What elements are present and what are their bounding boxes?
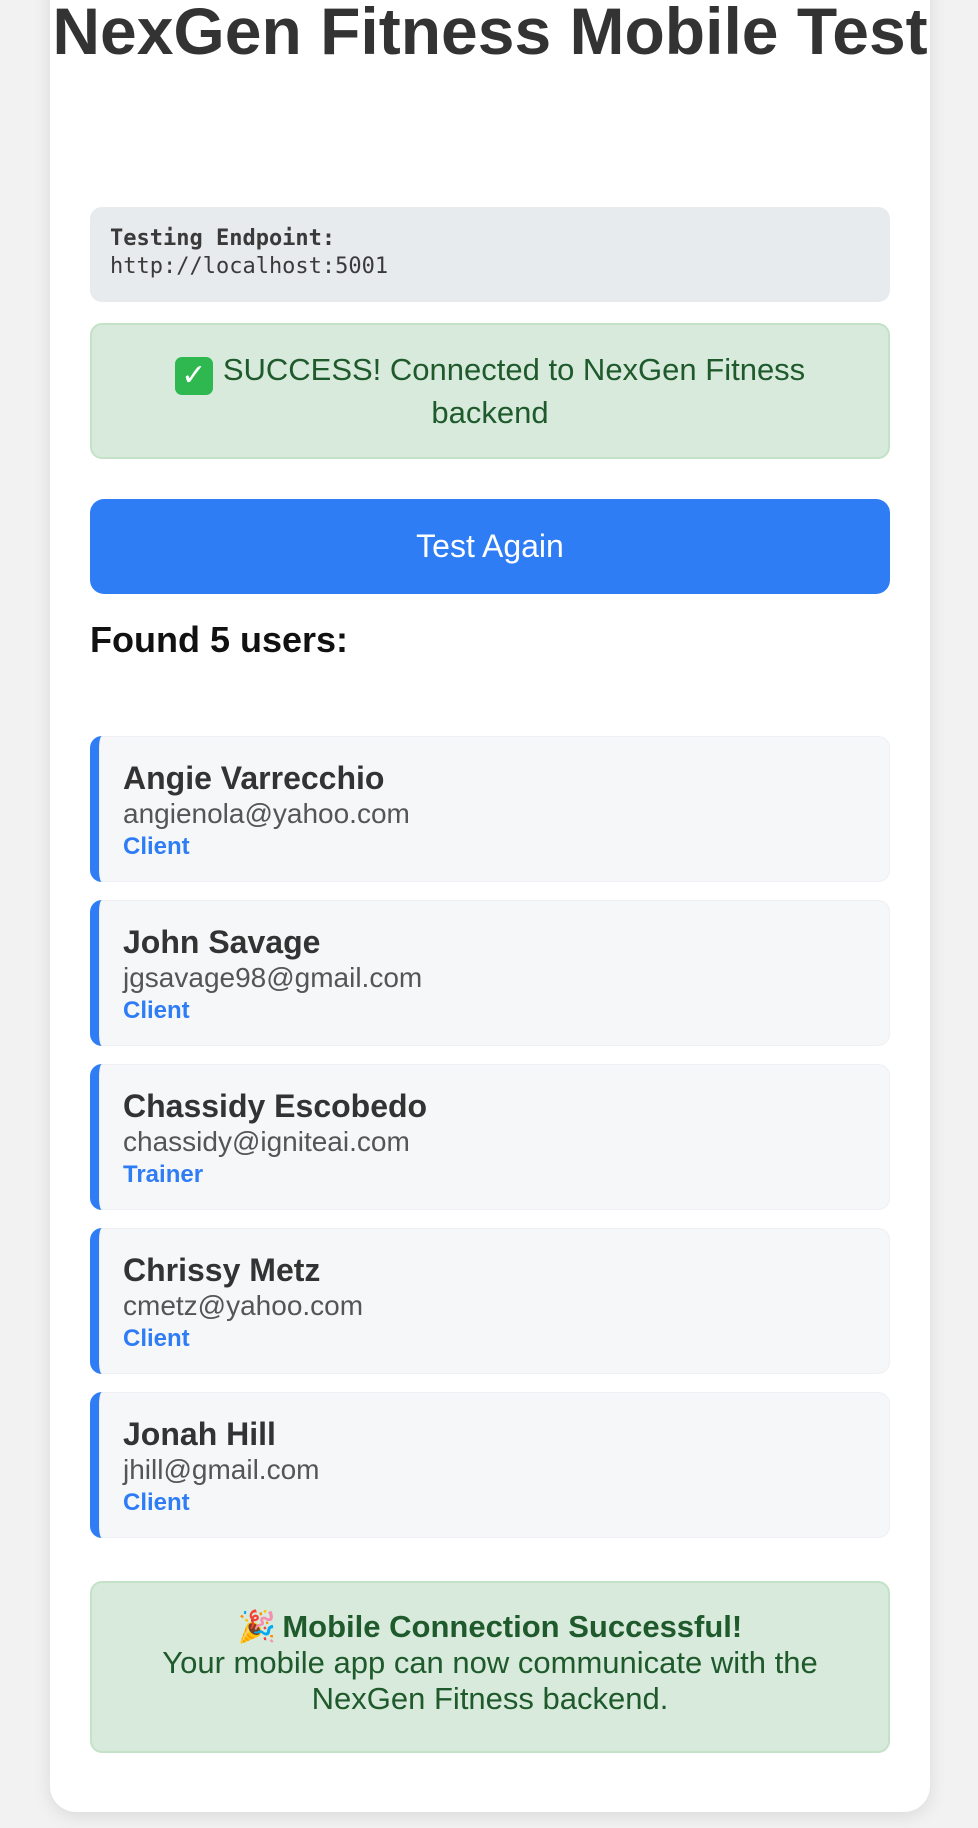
connection-status-banner: ✓ SUCCESS! Connected to NexGen Fitness ba… [90, 323, 890, 459]
mobile-success-headline-row: 🎉 Mobile Connection Successful! [92, 1609, 888, 1645]
user-email: cmetz@yahoo.com [123, 1290, 364, 1321]
endpoint-box: Testing Endpoint: http://localhost:5001 [90, 207, 890, 302]
user-email: jgsavage98@gmail.com [123, 962, 423, 993]
mobile-success-banner: 🎉 Mobile Connection Successful! Your mobi… [90, 1581, 890, 1753]
party-popper-icon: 🎉 [237, 1609, 277, 1644]
user-email: angienola@yahoo.com [123, 798, 410, 829]
user-card: Angie Varrecchio angienola@yahoo.com Cli… [90, 736, 890, 882]
user-name: John Savage [123, 924, 321, 960]
user-card: Jonah Hill jhill@gmail.com Client [90, 1392, 890, 1538]
user-email: jhill@gmail.com [123, 1454, 320, 1485]
user-role: Client [123, 997, 190, 1024]
check-mark-icon: ✓ [174, 356, 213, 395]
user-role: Client [123, 833, 190, 860]
connection-status-text: SUCCESS! Connected to NexGen Fitness bac… [222, 351, 806, 430]
user-email: chassidy@igniteai.com [123, 1126, 410, 1157]
page-title: NexGen Fitness Mobile Test [52, 0, 928, 68]
user-name: Chrissy Metz [123, 1252, 321, 1288]
user-name: Chassidy Escobedo [123, 1088, 428, 1124]
user-role: Client [123, 1489, 190, 1516]
test-again-button[interactable]: Test Again [90, 499, 890, 594]
user-list: Angie Varrecchio angienola@yahoo.com Cli… [90, 736, 890, 1556]
endpoint-label: Testing Endpoint: [110, 226, 336, 251]
user-card: John Savage jgsavage98@gmail.com Client [90, 900, 890, 1046]
mobile-success-headline: Mobile Connection Successful! [282, 1609, 743, 1644]
user-name: Angie Varrecchio [123, 760, 385, 796]
users-heading: Found 5 users: [90, 619, 349, 660]
user-card: Chassidy Escobedo chassidy@igniteai.com … [90, 1064, 890, 1210]
user-name: Jonah Hill [123, 1416, 276, 1452]
mobile-success-body: Your mobile app can now communicate with… [162, 1645, 818, 1716]
endpoint-url: http://localhost:5001 [110, 254, 389, 279]
user-card: Chrissy Metz cmetz@yahoo.com Client [90, 1228, 890, 1374]
main-card: NexGen Fitness Mobile Test Testing Endpo… [50, 0, 930, 1812]
user-role: Client [123, 1325, 190, 1352]
user-role: Trainer [123, 1161, 204, 1188]
